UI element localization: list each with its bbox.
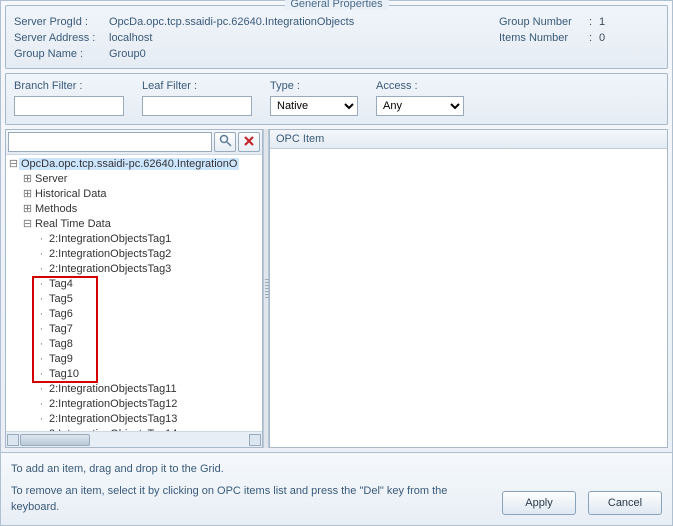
tree-item[interactable]: 2:IntegrationObjectsTag12 <box>47 398 179 410</box>
tree-search-input[interactable] <box>8 132 212 152</box>
filter-group: Branch Filter : Leaf Filter : Type : Nat… <box>5 73 668 125</box>
group-number-label: Group Number <box>499 16 589 28</box>
tree-item[interactable]: Tag7 <box>47 323 75 335</box>
clear-button[interactable] <box>238 132 260 152</box>
tree-toolbar <box>6 130 262 155</box>
general-properties-group: General Properties Server ProgId : OpcDa… <box>5 5 668 69</box>
scroll-right-arrow-icon[interactable] <box>249 434 261 446</box>
group-name-value: Group0 <box>109 48 499 60</box>
group-number-value: 1 <box>599 16 605 28</box>
tree-item[interactable]: Tag6 <box>47 308 75 320</box>
tree-realtime[interactable]: Real Time Data <box>33 218 113 230</box>
tree-item[interactable]: Tag4 <box>47 278 75 290</box>
footer: To add an item, drag and drop it to the … <box>1 452 672 525</box>
branch-filter-input[interactable] <box>14 96 124 116</box>
tree-item[interactable]: 2:IntegrationObjectsTag1 <box>47 233 173 245</box>
group-name-label: Group Name : <box>14 48 109 60</box>
tree-root[interactable]: OpcDa.opc.tcp.ssaidi-pc.62640.Integratio… <box>19 158 239 170</box>
server-address-label: Server Address : <box>14 32 109 44</box>
search-button[interactable] <box>214 132 236 152</box>
branch-filter-label: Branch Filter : <box>14 80 124 92</box>
server-progid-value: OpcDa.opc.tcp.ssaidi-pc.62640.Integratio… <box>109 16 499 28</box>
scroll-thumb[interactable] <box>20 434 90 446</box>
server-address-value: localhost <box>109 32 499 44</box>
general-properties-title: General Properties <box>284 0 388 10</box>
cancel-button[interactable]: Cancel <box>588 491 662 515</box>
tree-methods[interactable]: Methods <box>33 203 79 215</box>
tree-item[interactable]: 2:IntegrationObjectsTag2 <box>47 248 173 260</box>
items-number-label: Items Number <box>499 32 589 44</box>
tree-historical[interactable]: Historical Data <box>33 188 109 200</box>
leaf-filter-label: Leaf Filter : <box>142 80 252 92</box>
tree-item[interactable]: 2:IntegrationObjectsTag3 <box>47 263 173 275</box>
tree-h-scrollbar[interactable] <box>6 431 262 447</box>
type-select[interactable]: Native <box>270 96 358 116</box>
scroll-left-arrow-icon[interactable] <box>7 434 19 446</box>
tree-item[interactable]: Tag9 <box>47 353 75 365</box>
main-area: ⊟OpcDa.opc.tcp.ssaidi-pc.62640.Integrati… <box>5 129 668 448</box>
footer-line2: To remove an item, select it by clicking… <box>11 483 490 515</box>
type-label: Type : <box>270 80 358 92</box>
footer-line1: To add an item, drag and drop it to the … <box>11 461 490 477</box>
close-icon <box>243 135 255 150</box>
grid-panel: OPC Item <box>269 129 668 448</box>
items-number-value: 0 <box>599 32 605 44</box>
apply-button[interactable]: Apply <box>502 491 576 515</box>
grid-header: OPC Item <box>270 130 667 149</box>
tree-body[interactable]: ⊟OpcDa.opc.tcp.ssaidi-pc.62640.Integrati… <box>6 155 262 431</box>
leaf-filter-input[interactable] <box>142 96 252 116</box>
tree-item[interactable]: Tag8 <box>47 338 75 350</box>
grid-body[interactable] <box>270 149 667 447</box>
search-icon <box>219 134 232 150</box>
tree-item[interactable]: 2:IntegrationObjectsTag13 <box>47 413 179 425</box>
access-label: Access : <box>376 80 464 92</box>
access-select[interactable]: Any <box>376 96 464 116</box>
footer-hint: To add an item, drag and drop it to the … <box>11 461 490 515</box>
dialog-root: General Properties Server ProgId : OpcDa… <box>0 0 673 526</box>
tree-panel: ⊟OpcDa.opc.tcp.ssaidi-pc.62640.Integrati… <box>5 129 263 448</box>
server-progid-label: Server ProgId : <box>14 16 109 28</box>
tree-item[interactable]: Tag5 <box>47 293 75 305</box>
splitter[interactable] <box>263 129 269 448</box>
tree-server[interactable]: Server <box>33 173 69 185</box>
tree-item[interactable]: 2:IntegrationObjectsTag11 <box>47 383 179 395</box>
tree-item[interactable]: Tag10 <box>47 368 81 380</box>
